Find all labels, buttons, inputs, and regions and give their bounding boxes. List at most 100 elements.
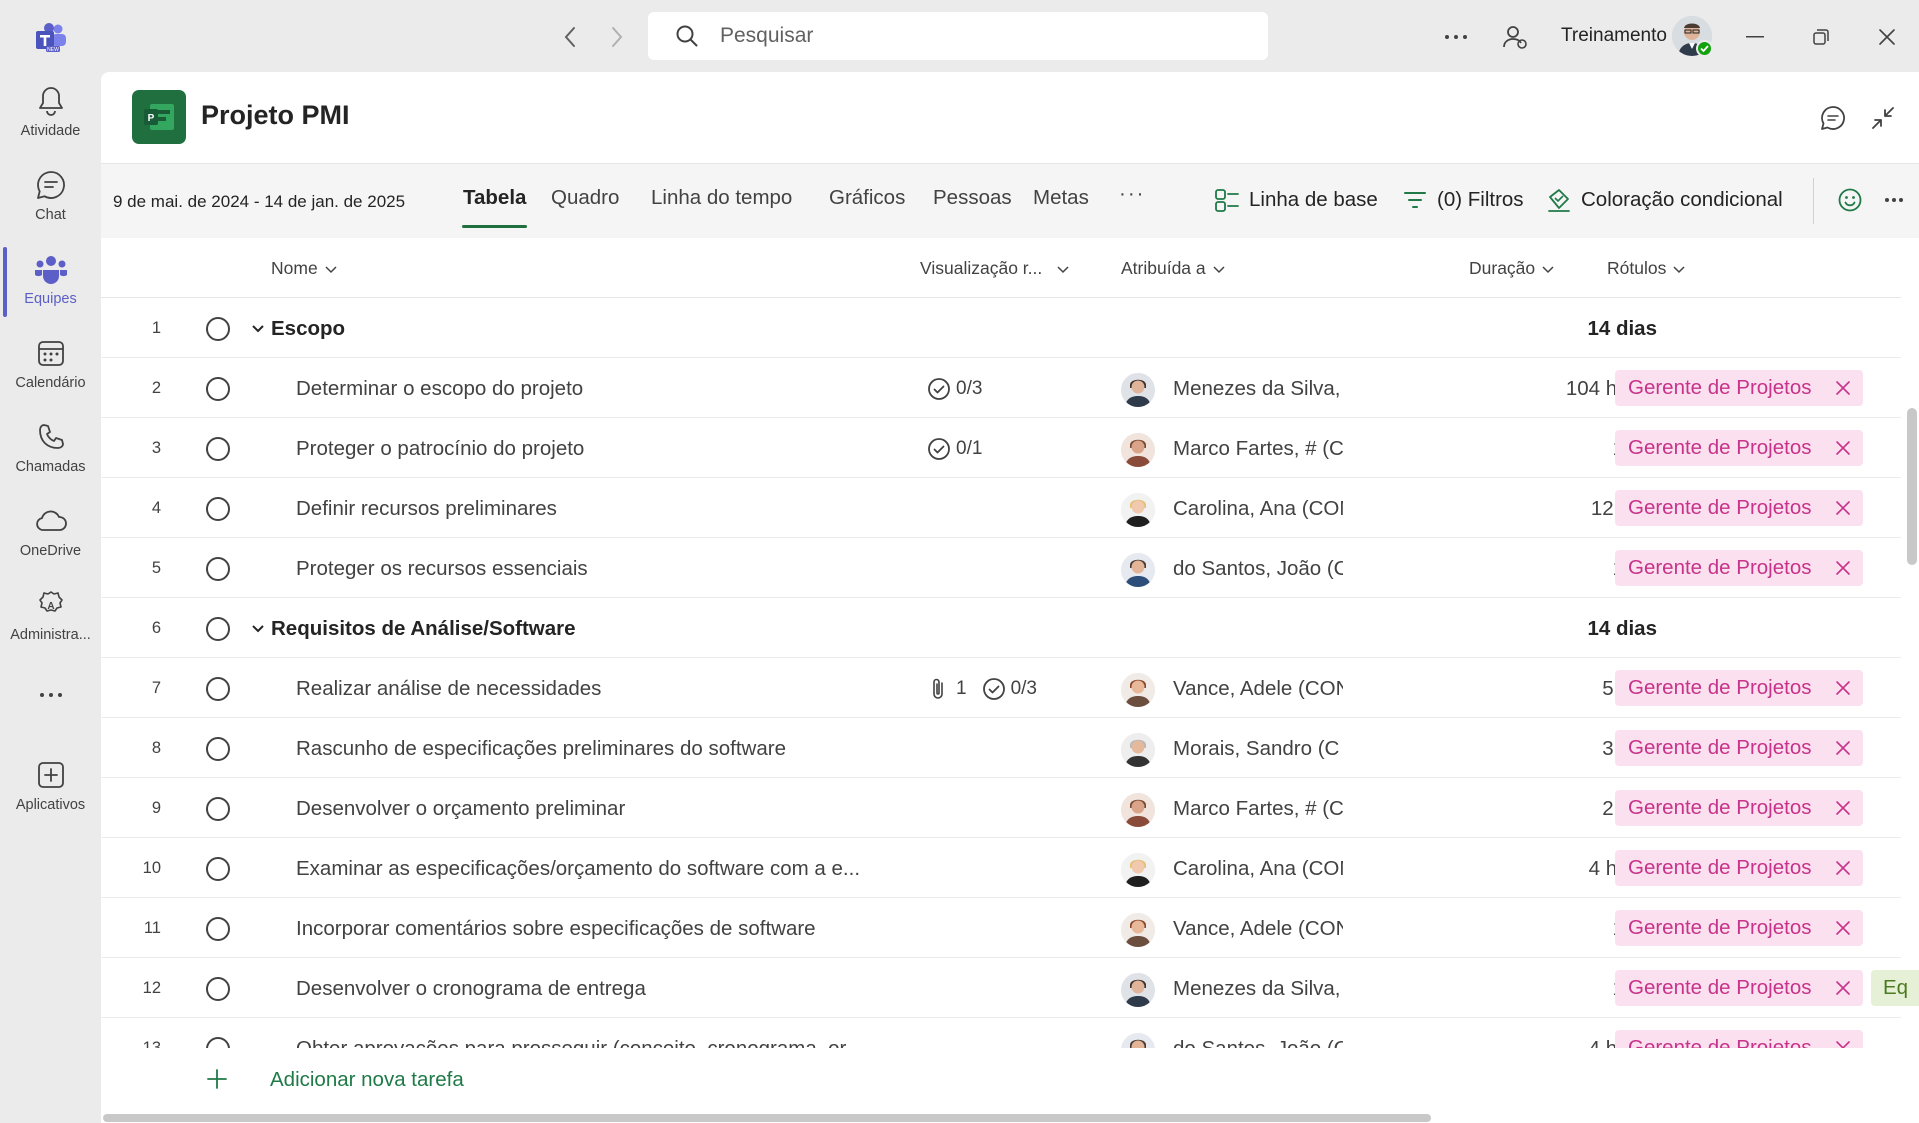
task-name[interactable]: Determinar o escopo do projeto [296, 377, 583, 401]
search-box[interactable] [648, 12, 1268, 60]
avatar[interactable] [1121, 973, 1155, 1007]
task-name[interactable]: Desenvolver o orçamento preliminar [296, 797, 625, 821]
rail-item-activity[interactable]: Atividade [0, 84, 101, 164]
assignee-name[interactable]: Menezes da Silva, [1173, 377, 1343, 401]
label-chip[interactable]: Gerente de Projetos [1615, 790, 1863, 826]
search-input[interactable] [720, 24, 1240, 48]
task-name[interactable]: Examinar as especificações/orçamento do … [296, 857, 860, 881]
rail-item-onedrive[interactable]: OneDrive [0, 504, 101, 584]
complete-task-checkbox[interactable] [206, 677, 230, 701]
rail-more-icon[interactable] [0, 682, 101, 722]
tabs-more-button[interactable]: ··· [1119, 182, 1145, 206]
remove-label-icon[interactable] [1835, 500, 1851, 516]
rail-item-calls[interactable]: Chamadas [0, 420, 101, 500]
table-row[interactable]: 13 Obter aprovações para prosseguir (conc… [101, 1018, 1901, 1048]
task-name[interactable]: Proteger os recursos essenciais [296, 557, 588, 581]
complete-task-checkbox[interactable] [206, 857, 230, 881]
rail-item-calendar[interactable]: Calendário [0, 336, 101, 416]
table-row[interactable]: 4 Definir recursos preliminares Carolina, … [101, 478, 1901, 538]
toolbar-more-icon[interactable] [1884, 182, 1904, 218]
table-row[interactable]: 3 Proteger o patrocínio do projeto 0/1 Marc… [101, 418, 1901, 478]
avatar[interactable] [1121, 493, 1155, 527]
more-options-icon[interactable] [1441, 22, 1471, 52]
remove-label-icon[interactable] [1835, 800, 1851, 816]
task-name[interactable]: Incorporar comentários sobre especificaç… [296, 917, 816, 941]
assignee-name[interactable]: Marco Fartes, # (C [1173, 797, 1343, 821]
rail-item-admin[interactable]: A Administra... [0, 588, 101, 668]
avatar[interactable] [1121, 853, 1155, 887]
conditional-coloring-button[interactable]: Coloração condicional [1545, 182, 1783, 218]
filters-button[interactable]: (0) Filtros [1401, 182, 1524, 218]
table-row[interactable]: 11 Incorporar comentários sobre especific… [101, 898, 1901, 958]
label-chip[interactable]: Gerente de Projetos [1615, 430, 1863, 466]
label-chip[interactable]: Gerente de Projetos [1615, 370, 1863, 406]
complete-task-checkbox[interactable] [206, 797, 230, 821]
rail-item-chat[interactable]: Chat [0, 168, 101, 248]
task-name[interactable]: Rascunho de especificações preliminares … [296, 737, 786, 761]
task-duration[interactable]: 14 dias [1587, 617, 1657, 641]
remove-label-icon[interactable] [1835, 680, 1851, 696]
tab-graficos[interactable]: Gráficos [829, 186, 905, 210]
tab-quadro[interactable]: Quadro [551, 186, 619, 210]
complete-task-checkbox[interactable] [206, 497, 230, 521]
task-name[interactable]: Requisitos de Análise/Software [271, 617, 576, 641]
chevron-down-icon[interactable] [251, 622, 265, 636]
task-name[interactable]: Realizar análise de necessidades [296, 677, 601, 701]
avatar[interactable] [1121, 913, 1155, 947]
rail-item-apps[interactable]: Aplicativos [0, 758, 101, 838]
assignee-name[interactable]: do Santos, João (C [1173, 1037, 1343, 1048]
table-row[interactable]: 12 Desenvolver o cronograma de entrega Men… [101, 958, 1919, 1018]
complete-task-checkbox[interactable] [206, 737, 230, 761]
remove-label-icon[interactable] [1835, 1040, 1851, 1048]
remove-label-icon[interactable] [1835, 440, 1851, 456]
table-row[interactable]: 7 Realizar análise de necessidades 1 0/3 Van… [101, 658, 1901, 718]
label-chip[interactable]: Gerente de Projetos [1615, 970, 1863, 1006]
avatar[interactable] [1121, 733, 1155, 767]
avatar[interactable] [1121, 433, 1155, 467]
table-row[interactable]: 2 Determinar o escopo do projeto 0/3 Meneze… [101, 358, 1901, 418]
rail-item-teams[interactable]: Equipes [0, 252, 101, 332]
chevron-down-icon[interactable] [251, 322, 265, 336]
label-chip-secondary[interactable]: Eq [1871, 970, 1919, 1006]
task-name[interactable]: Definir recursos preliminares [296, 497, 557, 521]
complete-task-checkbox[interactable] [206, 437, 230, 461]
assignee-name[interactable]: Marco Fartes, # (C [1173, 437, 1343, 461]
conversation-icon[interactable] [1819, 104, 1849, 134]
table-row[interactable]: 5 Proteger os recursos essenciais do Santo… [101, 538, 1901, 598]
label-chip[interactable]: Gerente de Projetos [1615, 670, 1863, 706]
assignee-name[interactable]: do Santos, João (C [1173, 557, 1343, 581]
column-header-assigned[interactable]: Atribuída a [1121, 258, 1226, 279]
task-name[interactable]: Proteger o patrocínio do projeto [296, 437, 584, 461]
label-chip[interactable]: Gerente de Projetos [1615, 490, 1863, 526]
minimize-icon[interactable] [1740, 22, 1770, 52]
vertical-scrollbar[interactable] [1907, 408, 1917, 565]
task-duration[interactable]: 14 dias [1587, 317, 1657, 341]
assignee-name[interactable]: Carolina, Ana (CON [1173, 497, 1343, 521]
complete-task-checkbox[interactable] [206, 317, 230, 341]
group-row[interactable]: 1 Escopo 14 dias [101, 298, 1901, 358]
tab-tabela[interactable]: Tabela [463, 186, 526, 210]
remove-label-icon[interactable] [1835, 920, 1851, 936]
back-arrow-icon[interactable] [557, 24, 583, 50]
label-chip[interactable]: Gerente de Projetos [1615, 730, 1863, 766]
horizontal-scrollbar[interactable] [103, 1114, 1431, 1122]
remove-label-icon[interactable] [1835, 380, 1851, 396]
assignee-name[interactable]: Vance, Adele (CON [1173, 917, 1343, 941]
assignee-name[interactable]: Carolina, Ana (CON [1173, 857, 1343, 881]
avatar[interactable] [1121, 373, 1155, 407]
group-row[interactable]: 6 Requisitos de Análise/Software 14 dias [101, 598, 1901, 658]
label-chip[interactable]: Gerente de Projetos [1615, 850, 1863, 886]
column-header-preview[interactable]: Visualização r... [920, 258, 1070, 279]
task-name[interactable]: Obter aprovações para prosseguir (concei… [296, 1037, 862, 1048]
column-header-labels[interactable]: Rótulos [1607, 258, 1686, 279]
complete-task-checkbox[interactable] [206, 617, 230, 641]
baseline-button[interactable]: Linha de base [1213, 182, 1378, 218]
label-chip[interactable]: Gerente de Projetos [1615, 910, 1863, 946]
avatar[interactable] [1121, 673, 1155, 707]
table-row[interactable]: 10 Examinar as especificações/orçamento d… [101, 838, 1901, 898]
table-row[interactable]: 9 Desenvolver o orçamento preliminar Marco… [101, 778, 1901, 838]
complete-task-checkbox[interactable] [206, 977, 230, 1001]
complete-task-checkbox[interactable] [206, 557, 230, 581]
column-header-duration[interactable]: Duração [1469, 258, 1555, 279]
remove-label-icon[interactable] [1835, 560, 1851, 576]
